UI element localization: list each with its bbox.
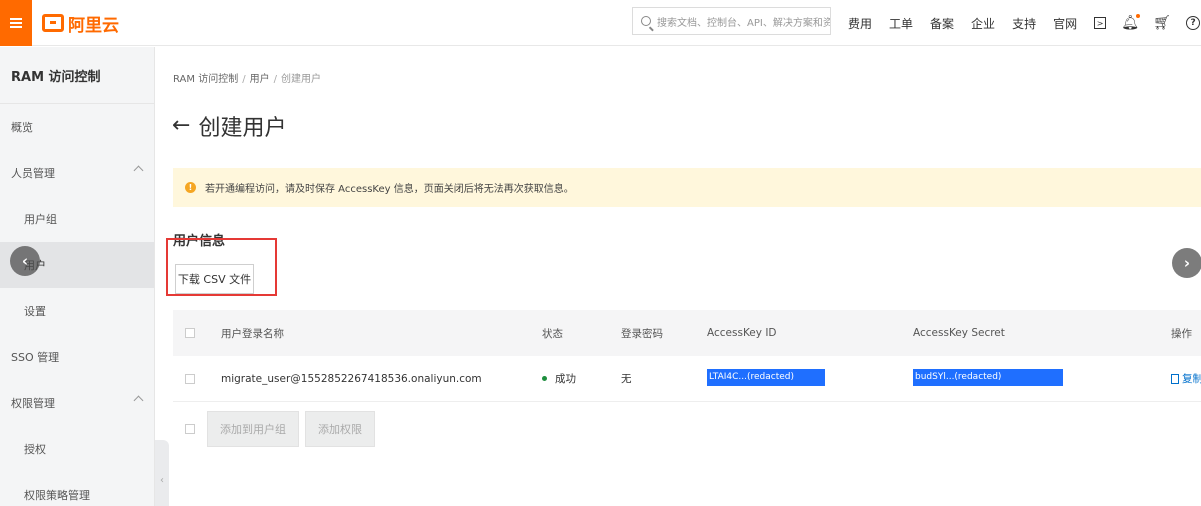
sidebar-item-policies[interactable]: 权限策略管理 — [0, 472, 154, 506]
sidebar-item-grants[interactable]: 授权 — [0, 426, 154, 472]
table-header: 用户登录名称 状态 登录密码 AccessKey ID AccessKey Se… — [173, 310, 1201, 356]
sidebar-item-label: 权限策略管理 — [24, 489, 90, 502]
sidebar: RAM 访问控制 概览 人员管理 用户组 用户 设置 SSO 管理 权限管理 授… — [0, 47, 155, 506]
breadcrumb-current: 创建用户 — [280, 74, 321, 85]
copy-label: 复制 — [1182, 373, 1201, 385]
nav-enterprise[interactable]: 企业 — [971, 15, 995, 32]
menu-button[interactable] — [0, 0, 32, 46]
back-arrow-icon[interactable]: ← — [172, 115, 190, 137]
breadcrumb-ram[interactable]: RAM 访问控制 — [173, 74, 238, 85]
bulk-actions: 添加到用户组 添加权限 — [173, 410, 381, 448]
user-table: 用户登录名称 状态 登录密码 AccessKey ID AccessKey Se… — [173, 310, 1201, 402]
cart-icon[interactable]: 🛒︎ — [1153, 15, 1171, 31]
nav-tickets[interactable]: 工单 — [889, 15, 913, 32]
redacted-accesskey-id: LTAI4C...(redacted) — [707, 368, 825, 386]
terminal-icon[interactable]: > — [1094, 17, 1107, 29]
chevron-left-icon: ‹ — [21, 252, 29, 270]
sidebar-item-groups[interactable]: 用户组 — [0, 196, 154, 242]
nav-fees[interactable]: 费用 — [848, 15, 872, 32]
cell-accesskey-secret: budSYl...(redacted) — [913, 368, 1063, 389]
nav-icp[interactable]: 备案 — [930, 15, 954, 32]
cell-accesskey-id: LTAI4C...(redacted) — [707, 368, 825, 389]
col-login-name: 用户登录名称 — [221, 327, 284, 340]
sidebar-title: RAM 访问控制 — [0, 47, 154, 104]
table-row: migrate_user@1552852267418536.onaliyun.c… — [173, 356, 1201, 402]
next-arrow-button[interactable]: › — [1172, 248, 1201, 278]
bulk-select-checkbox[interactable] — [185, 424, 195, 434]
row-checkbox[interactable] — [185, 373, 195, 384]
add-permission-button[interactable]: 添加权限 — [305, 411, 375, 447]
sidebar-item-label: SSO 管理 — [11, 351, 60, 364]
sidebar-item-label: 用户组 — [24, 213, 57, 226]
chevron-right-icon: › — [1183, 254, 1191, 272]
search-icon — [641, 16, 651, 26]
notice-text: 若开通编程访问，请及时保存 AccessKey 信息，页面关闭后将无法再次获取信… — [205, 184, 574, 195]
status-text: 成功 — [555, 373, 576, 385]
sidebar-item-label: 人员管理 — [11, 167, 55, 180]
select-all-checkbox[interactable] — [185, 328, 195, 338]
col-actions: 操作 — [1171, 327, 1192, 340]
sidebar-item-overview[interactable]: 概览 — [0, 104, 154, 150]
sidebar-item-permissions[interactable]: 权限管理 — [0, 380, 154, 426]
sidebar-item-label: 权限管理 — [11, 397, 55, 410]
red-highlight-box — [166, 238, 277, 296]
aliyun-logo-mark-icon — [42, 14, 64, 32]
sidebar-item-settings[interactable]: 设置 — [0, 288, 154, 334]
breadcrumb-users[interactable]: 用户 — [250, 74, 270, 85]
nav-official-site[interactable]: 官网 — [1053, 15, 1077, 32]
prev-arrow-button[interactable]: ‹ — [10, 246, 40, 276]
chevron-left-icon: ‹ — [160, 474, 164, 486]
page-title-text: 创建用户 — [198, 116, 287, 141]
sidebar-item-label: 授权 — [24, 443, 46, 456]
col-accesskey-secret: AccessKey Secret — [913, 327, 1005, 339]
chevron-up-icon — [133, 395, 144, 406]
sidebar-item-label: 概览 — [11, 121, 33, 134]
search-input[interactable]: 搜索文档、控制台、API、解决方案和资源 — [632, 7, 831, 35]
aliyun-logo[interactable]: 阿里云 — [42, 9, 119, 37]
cell-login-name: migrate_user@1552852267418536.onaliyun.c… — [221, 372, 482, 385]
breadcrumb: RAM 访问控制 / 用户 / 创建用户 — [173, 74, 321, 85]
cell-password: 无 — [621, 373, 632, 385]
add-to-group-button[interactable]: 添加到用户组 — [207, 411, 299, 447]
help-icon[interactable]: ? — [1186, 16, 1201, 30]
search-placeholder: 搜索文档、控制台、API、解决方案和资源 — [657, 17, 830, 29]
logo-text: 阿里云 — [68, 15, 119, 36]
redacted-accesskey-secret: budSYl...(redacted) — [913, 368, 1063, 386]
top-navigation-bar: 阿里云 搜索文档、控制台、API、解决方案和资源 费用 工单 备案 企业 支持 … — [0, 0, 1201, 46]
bell-icon[interactable]: 🔔︎ — [1121, 14, 1141, 31]
chevron-up-icon — [133, 165, 144, 176]
sidebar-collapse-toggle[interactable]: ‹ — [155, 440, 169, 506]
warning-notice: ! 若开通编程访问，请及时保存 AccessKey 信息，页面关闭后将无法再次获… — [173, 168, 1201, 207]
warning-icon: ! — [185, 182, 196, 193]
sidebar-item-identities[interactable]: 人员管理 — [0, 150, 154, 196]
col-accesskey-id: AccessKey ID — [707, 327, 777, 339]
sidebar-item-sso[interactable]: SSO 管理 — [0, 334, 154, 380]
sidebar-item-label: 设置 — [24, 305, 46, 318]
top-nav-links: 费用 工单 备案 企业 支持 官网 > 🔔︎ 🛒︎ ? 简 — [848, 0, 1201, 46]
col-password: 登录密码 — [621, 327, 663, 340]
col-status: 状态 — [542, 327, 563, 340]
copy-icon — [1171, 373, 1179, 384]
copy-button[interactable]: 复制 — [1171, 371, 1201, 386]
menu-icon — [10, 17, 22, 29]
nav-support[interactable]: 支持 — [1012, 15, 1036, 32]
page-title: ← 创建用户 — [172, 110, 286, 142]
cell-status: 成功 — [542, 371, 576, 386]
success-dot-icon — [542, 376, 547, 381]
